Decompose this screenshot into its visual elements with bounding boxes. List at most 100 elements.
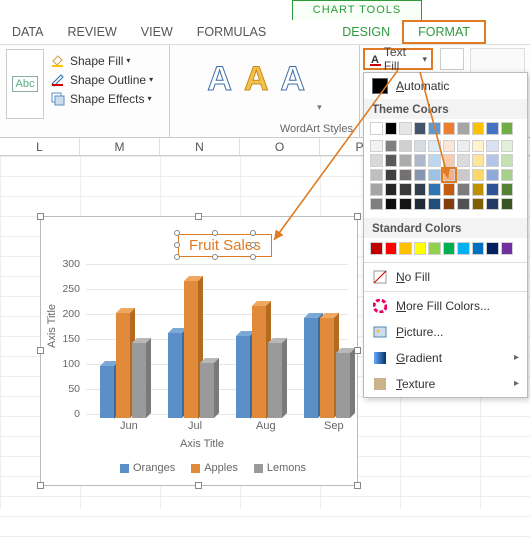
column-header[interactable]: M	[80, 138, 160, 155]
expand-icon[interactable]: ▾	[317, 102, 322, 113]
resize-handle[interactable]	[195, 213, 202, 220]
theme-color-swatch[interactable]	[428, 140, 441, 153]
theme-color-swatch[interactable]	[370, 154, 383, 167]
no-fill-option[interactable]: No Fill	[364, 264, 527, 290]
title-handle[interactable]	[250, 254, 256, 260]
tab-data[interactable]: DATA	[0, 21, 55, 43]
resize-handle[interactable]	[37, 347, 44, 354]
title-handle[interactable]	[212, 254, 218, 260]
title-handle[interactable]	[174, 242, 180, 248]
theme-color-swatch[interactable]	[472, 140, 485, 153]
standard-color-swatch[interactable]	[501, 242, 514, 255]
standard-color-swatch[interactable]	[486, 242, 499, 255]
tab-design[interactable]: DESIGN	[330, 21, 402, 43]
theme-color-swatch[interactable]	[486, 154, 499, 167]
gradient-option[interactable]: Gradient ▸	[364, 345, 527, 371]
theme-color-swatch[interactable]	[428, 169, 441, 182]
standard-color-swatch[interactable]	[428, 242, 441, 255]
title-handle[interactable]	[250, 230, 256, 236]
theme-color-swatch[interactable]	[443, 154, 456, 167]
wordart-preset-2[interactable]: A	[244, 60, 269, 99]
tab-review[interactable]: REVIEW	[55, 21, 128, 43]
standard-color-swatch[interactable]	[443, 242, 456, 255]
tab-formulas[interactable]: FORMULAS	[185, 21, 278, 43]
text-outline-button[interactable]	[440, 48, 464, 70]
theme-color-swatch[interactable]	[370, 198, 383, 211]
theme-color-swatch[interactable]	[443, 198, 456, 211]
wordart-preset-3[interactable]: A	[281, 60, 306, 99]
picture-option[interactable]: Picture...	[364, 319, 527, 345]
column-header[interactable]: O	[240, 138, 320, 155]
text-fill-button[interactable]: A Text Fill ▾	[363, 48, 433, 70]
theme-color-swatch[interactable]	[370, 169, 383, 182]
theme-color-swatch[interactable]	[501, 154, 514, 167]
theme-color-swatch[interactable]	[486, 183, 499, 196]
theme-color-swatch[interactable]	[385, 183, 398, 196]
theme-color-swatch[interactable]	[414, 154, 427, 167]
theme-color-swatch[interactable]	[399, 169, 412, 182]
theme-color-swatch[interactable]	[457, 140, 470, 153]
theme-color-swatch[interactable]	[385, 122, 398, 135]
theme-color-swatch[interactable]	[501, 122, 514, 135]
bar[interactable]	[336, 353, 350, 418]
theme-color-swatch[interactable]	[370, 122, 383, 135]
tab-format[interactable]: FORMAT	[402, 20, 486, 44]
resize-handle[interactable]	[354, 347, 361, 354]
bar[interactable]	[184, 281, 198, 419]
texture-option[interactable]: Texture ▸	[364, 371, 527, 397]
column-header[interactable]: L	[0, 138, 80, 155]
more-fill-colors-option[interactable]: More Fill Colors...	[364, 293, 527, 319]
resize-handle[interactable]	[354, 482, 361, 489]
bar[interactable]	[268, 343, 282, 418]
theme-color-swatch[interactable]	[428, 183, 441, 196]
resize-handle[interactable]	[354, 213, 361, 220]
shape-fill-button[interactable]: Shape Fill▾	[50, 53, 163, 68]
chart-bars[interactable]	[90, 262, 350, 418]
bar[interactable]	[252, 306, 266, 419]
theme-color-swatch[interactable]	[385, 198, 398, 211]
theme-color-swatch[interactable]	[443, 140, 456, 153]
bar[interactable]	[200, 363, 214, 418]
y-axis-title[interactable]: Axis Title	[46, 304, 58, 348]
theme-color-swatch[interactable]	[472, 154, 485, 167]
theme-color-swatch[interactable]	[501, 169, 514, 182]
wordart-preset-1[interactable]: A	[207, 60, 232, 99]
standard-color-swatch[interactable]	[385, 242, 398, 255]
title-handle[interactable]	[250, 242, 256, 248]
standard-color-swatch[interactable]	[370, 242, 383, 255]
bar[interactable]	[116, 313, 130, 418]
theme-color-swatch[interactable]	[385, 140, 398, 153]
theme-color-swatch[interactable]	[385, 169, 398, 182]
theme-color-swatch[interactable]	[501, 140, 514, 153]
theme-color-swatch[interactable]	[472, 198, 485, 211]
resize-handle[interactable]	[37, 213, 44, 220]
bar[interactable]	[132, 343, 146, 418]
theme-color-swatch[interactable]	[501, 183, 514, 196]
theme-color-swatch[interactable]	[399, 122, 412, 135]
theme-color-swatch[interactable]	[414, 140, 427, 153]
title-handle[interactable]	[174, 230, 180, 236]
theme-color-swatch[interactable]	[370, 183, 383, 196]
x-axis-title[interactable]: Axis Title	[180, 438, 224, 450]
shape-style-gallery[interactable]: Abc	[6, 49, 44, 119]
theme-color-swatch[interactable]	[457, 169, 470, 182]
theme-color-swatch[interactable]	[501, 198, 514, 211]
theme-color-swatch[interactable]	[443, 169, 456, 182]
theme-color-swatch[interactable]	[414, 198, 427, 211]
theme-color-swatch[interactable]	[457, 154, 470, 167]
standard-color-swatch[interactable]	[399, 242, 412, 255]
bar[interactable]	[236, 336, 250, 419]
theme-color-swatch[interactable]	[428, 122, 441, 135]
theme-color-swatch[interactable]	[472, 122, 485, 135]
resize-handle[interactable]	[195, 482, 202, 489]
theme-color-swatch[interactable]	[399, 140, 412, 153]
theme-color-swatch[interactable]	[443, 183, 456, 196]
wordart-gallery[interactable]: A A A ▾	[170, 45, 359, 113]
theme-color-swatch[interactable]	[443, 122, 456, 135]
automatic-option[interactable]: Automatic	[364, 73, 527, 99]
theme-color-swatch[interactable]	[414, 122, 427, 135]
theme-color-swatch[interactable]	[457, 122, 470, 135]
standard-color-swatch[interactable]	[472, 242, 485, 255]
theme-color-swatch[interactable]	[472, 183, 485, 196]
theme-color-swatch[interactable]	[399, 154, 412, 167]
